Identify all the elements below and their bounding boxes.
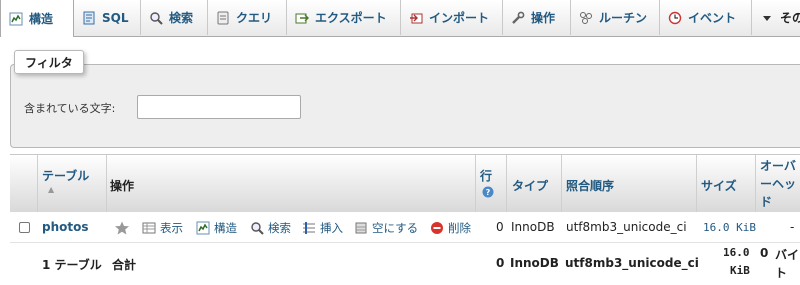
routines-icon (579, 11, 593, 25)
row-type: InnoDB (511, 220, 555, 234)
header-type[interactable]: タイプ (512, 177, 548, 194)
query-icon (216, 11, 230, 25)
tab-routines[interactable]: ルーチン (571, 0, 660, 35)
summary-label: 合計 (112, 258, 137, 272)
search-action[interactable]: 検索 (250, 220, 291, 236)
tab-search[interactable]: 検索 (141, 0, 208, 35)
import-icon (409, 11, 423, 25)
favorite-star-icon[interactable] (114, 220, 130, 236)
tab-sql[interactable]: SQL (74, 0, 141, 35)
header-rows[interactable]: 行 (480, 167, 492, 184)
tab-label: イベント (688, 11, 737, 25)
tab-structure[interactable]: 構造 (0, 0, 74, 37)
tab-label: 検索 (169, 11, 194, 25)
drop-action[interactable]: 削除 (430, 220, 471, 236)
filter-fieldset (10, 64, 800, 148)
wrench-icon (511, 11, 525, 25)
tab-more[interactable]: その (752, 0, 800, 35)
filter-label: 含まれている文字: (24, 102, 116, 115)
summary-collation: utf8mb3_unicode_ci (565, 256, 699, 270)
tab-label: その (780, 11, 800, 25)
empty-icon (354, 221, 368, 235)
header-collation[interactable]: 照合順序 (566, 177, 614, 194)
tab-query[interactable]: クエリ (208, 0, 287, 35)
structure-action[interactable]: 構造 (196, 220, 237, 236)
header-table[interactable]: テーブル (42, 167, 89, 184)
empty-action[interactable]: 空にする (354, 220, 418, 236)
row-checkbox[interactable] (19, 222, 30, 233)
sort-asc-icon: ▲ (48, 185, 55, 194)
svg-text:?: ? (486, 188, 491, 197)
search-icon (149, 11, 163, 25)
tables-grid: テーブル ▲ 操作 行 ? タイプ 照合順序 サイズ オーバーヘッド photo… (10, 154, 800, 285)
drop-icon (430, 221, 444, 235)
insert-icon (302, 221, 316, 235)
structure-icon (9, 12, 23, 26)
row-count: 0 (496, 220, 504, 234)
row-overhead: - (790, 220, 795, 234)
header-actions: 操作 (110, 179, 135, 193)
help-icon[interactable]: ? (482, 186, 494, 201)
summary-rows: 0 (496, 256, 505, 270)
clock-icon (668, 11, 682, 25)
export-icon (295, 11, 309, 25)
dropdown-arrow-icon (760, 11, 774, 25)
table-header-row: テーブル ▲ 操作 行 ? タイプ 照合順序 サイズ オーバーヘッド (10, 154, 800, 214)
tab-label: 構造 (29, 12, 54, 26)
header-size[interactable]: サイズ (701, 177, 737, 194)
tab-label: 操作 (531, 11, 556, 25)
table-name-link[interactable]: photos (42, 220, 89, 234)
tab-label: エクスポート (315, 11, 387, 25)
tab-import[interactable]: インポート (401, 0, 503, 35)
tab-label: SQL (102, 10, 129, 25)
tab-label: クエリ (236, 11, 273, 25)
summary-overhead-value: 0 (760, 246, 769, 260)
tab-export[interactable]: エクスポート (287, 0, 401, 35)
summary-size-value: 16.0 (723, 246, 750, 259)
search-icon (250, 221, 264, 235)
header-overhead[interactable]: オーバーヘッド (760, 157, 800, 211)
tab-label: ルーチン (599, 11, 648, 25)
filter-legend: フィルタ (14, 50, 84, 74)
tab-label: インポート (429, 11, 490, 25)
structure-icon (196, 221, 210, 235)
summary-size-unit: KiB (730, 264, 750, 277)
summary-type: InnoDB (510, 256, 559, 270)
filter-input[interactable] (137, 95, 301, 119)
summary-count: 1 テーブル (42, 258, 102, 272)
sql-icon (82, 11, 96, 25)
browse-icon (142, 221, 156, 235)
summary-overhead-unit: バイト (775, 248, 800, 280)
row-collation: utf8mb3_unicode_ci (566, 220, 687, 234)
insert-action[interactable]: 挿入 (302, 220, 343, 236)
top-tab-bar: 構造 SQL 検索 クエリ エクスポート インポート 操作 ルーチン イベント … (0, 0, 800, 37)
browse-action[interactable]: 表示 (142, 220, 183, 236)
tab-operations[interactable]: 操作 (503, 0, 571, 35)
row-size[interactable]: 16.0 KiB (703, 221, 756, 234)
tab-events[interactable]: イベント (660, 0, 752, 35)
